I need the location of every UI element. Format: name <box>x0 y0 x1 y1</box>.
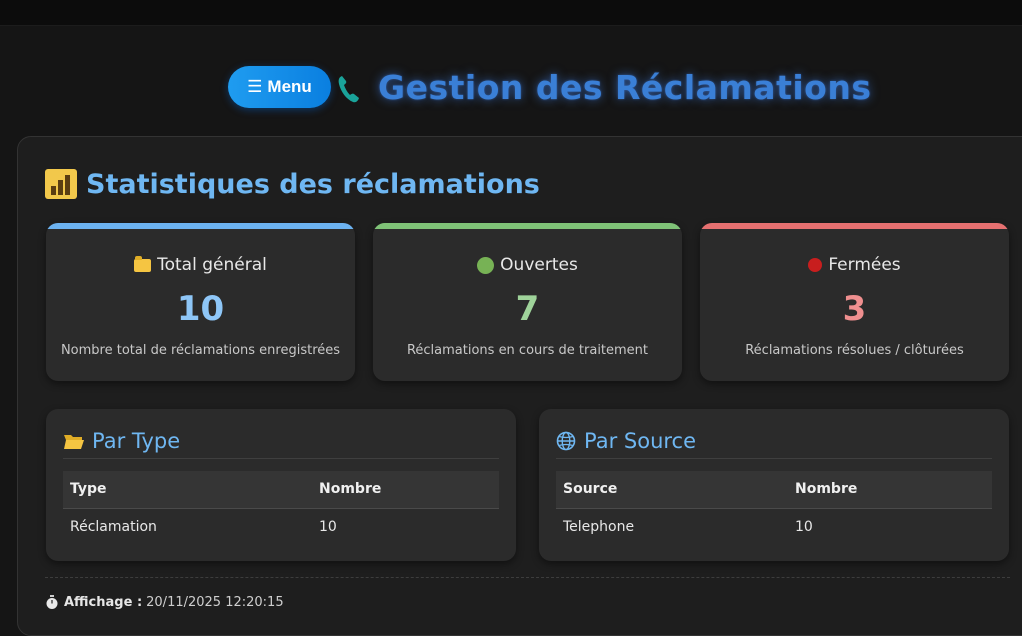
divider <box>63 458 499 459</box>
table-header-row: Type Nombre <box>63 471 499 509</box>
column-header: Nombre <box>788 471 992 509</box>
stat-value: 7 <box>515 289 540 329</box>
column-header: Source <box>556 471 788 509</box>
card-accent-bar <box>46 223 355 229</box>
stat-card-open: Ouvertes 7 Réclamations en cours de trai… <box>373 223 682 381</box>
par-type-title: Par Type <box>63 429 180 453</box>
footer-timestamp: Affichage : 20/11/2025 12:20:15 <box>45 593 284 611</box>
stat-description: Nombre total de réclamations enregistrée… <box>60 343 341 358</box>
card-accent-bar <box>373 223 682 229</box>
menu-button-label: Menu <box>267 77 312 96</box>
par-source-card: Par Source Source Nombre Telephone 10 <box>539 409 1009 561</box>
par-source-title-text: Par Source <box>584 429 697 453</box>
par-type-title-text: Par Type <box>92 429 181 453</box>
open-folder-icon <box>64 435 84 449</box>
bar-chart-icon <box>45 169 77 199</box>
divider <box>556 458 992 459</box>
stat-card-label: Fermées <box>700 255 1009 275</box>
stat-description: Réclamations résolues / clôturées <box>745 343 964 358</box>
stats-section-title: Statistiques des réclamations <box>45 166 540 202</box>
stat-card-closed: Fermées 3 Réclamations résolues / clôtur… <box>700 223 1009 381</box>
green-circle-icon <box>477 256 495 274</box>
stat-value: 3 <box>842 289 867 329</box>
stat-description: Réclamations en cours de traitement <box>406 343 649 358</box>
table-row: Telephone 10 <box>556 508 992 545</box>
top-bar <box>0 0 1022 26</box>
par-source-title: Par Source <box>556 429 696 453</box>
stat-label-text: Total général <box>157 255 267 275</box>
table-row: Réclamation 10 <box>63 508 499 545</box>
stat-card-label: Ouvertes <box>373 255 682 275</box>
page-header: ☰ Menu Gestion des Réclamations <box>0 62 1022 114</box>
app-title: Gestion des Réclamations <box>378 68 872 107</box>
table-cell: 10 <box>319 518 337 535</box>
footer-value: 20/11/2025 12:20:15 <box>146 594 284 610</box>
stat-value: 10 <box>176 289 225 329</box>
stat-label-text: Ouvertes <box>500 255 578 275</box>
stat-card-total: Total général 10 Nombre total de réclama… <box>46 223 355 381</box>
phone-icon <box>338 76 359 103</box>
table-header-row: Source Nombre <box>556 471 992 509</box>
par-type-table: Type Nombre Réclamation 10 <box>63 471 499 545</box>
red-circle-icon <box>808 258 823 272</box>
hamburger-icon: ☰ <box>247 77 263 96</box>
stat-label-text: Fermées <box>828 255 901 275</box>
main-panel <box>17 136 1022 636</box>
column-header: Type <box>63 471 312 509</box>
menu-button[interactable]: ☰ Menu <box>228 66 331 108</box>
table-cell: 10 <box>795 518 813 535</box>
stats-title-text: Statistiques des réclamations <box>86 168 540 200</box>
par-source-table: Source Nombre Telephone 10 <box>556 471 992 545</box>
card-accent-bar <box>700 223 1009 229</box>
table-cell: Réclamation <box>70 518 157 535</box>
globe-icon <box>556 431 576 451</box>
dashed-divider <box>45 577 1010 578</box>
table-cell: Telephone <box>563 518 635 535</box>
stopwatch-icon <box>46 594 58 609</box>
footer-label: Affichage : <box>64 594 143 610</box>
column-header: Nombre <box>312 471 499 509</box>
stat-card-label: Total général <box>46 255 355 275</box>
folder-icon <box>134 255 152 272</box>
par-type-card: Par Type Type Nombre Réclamation 10 <box>46 409 516 561</box>
